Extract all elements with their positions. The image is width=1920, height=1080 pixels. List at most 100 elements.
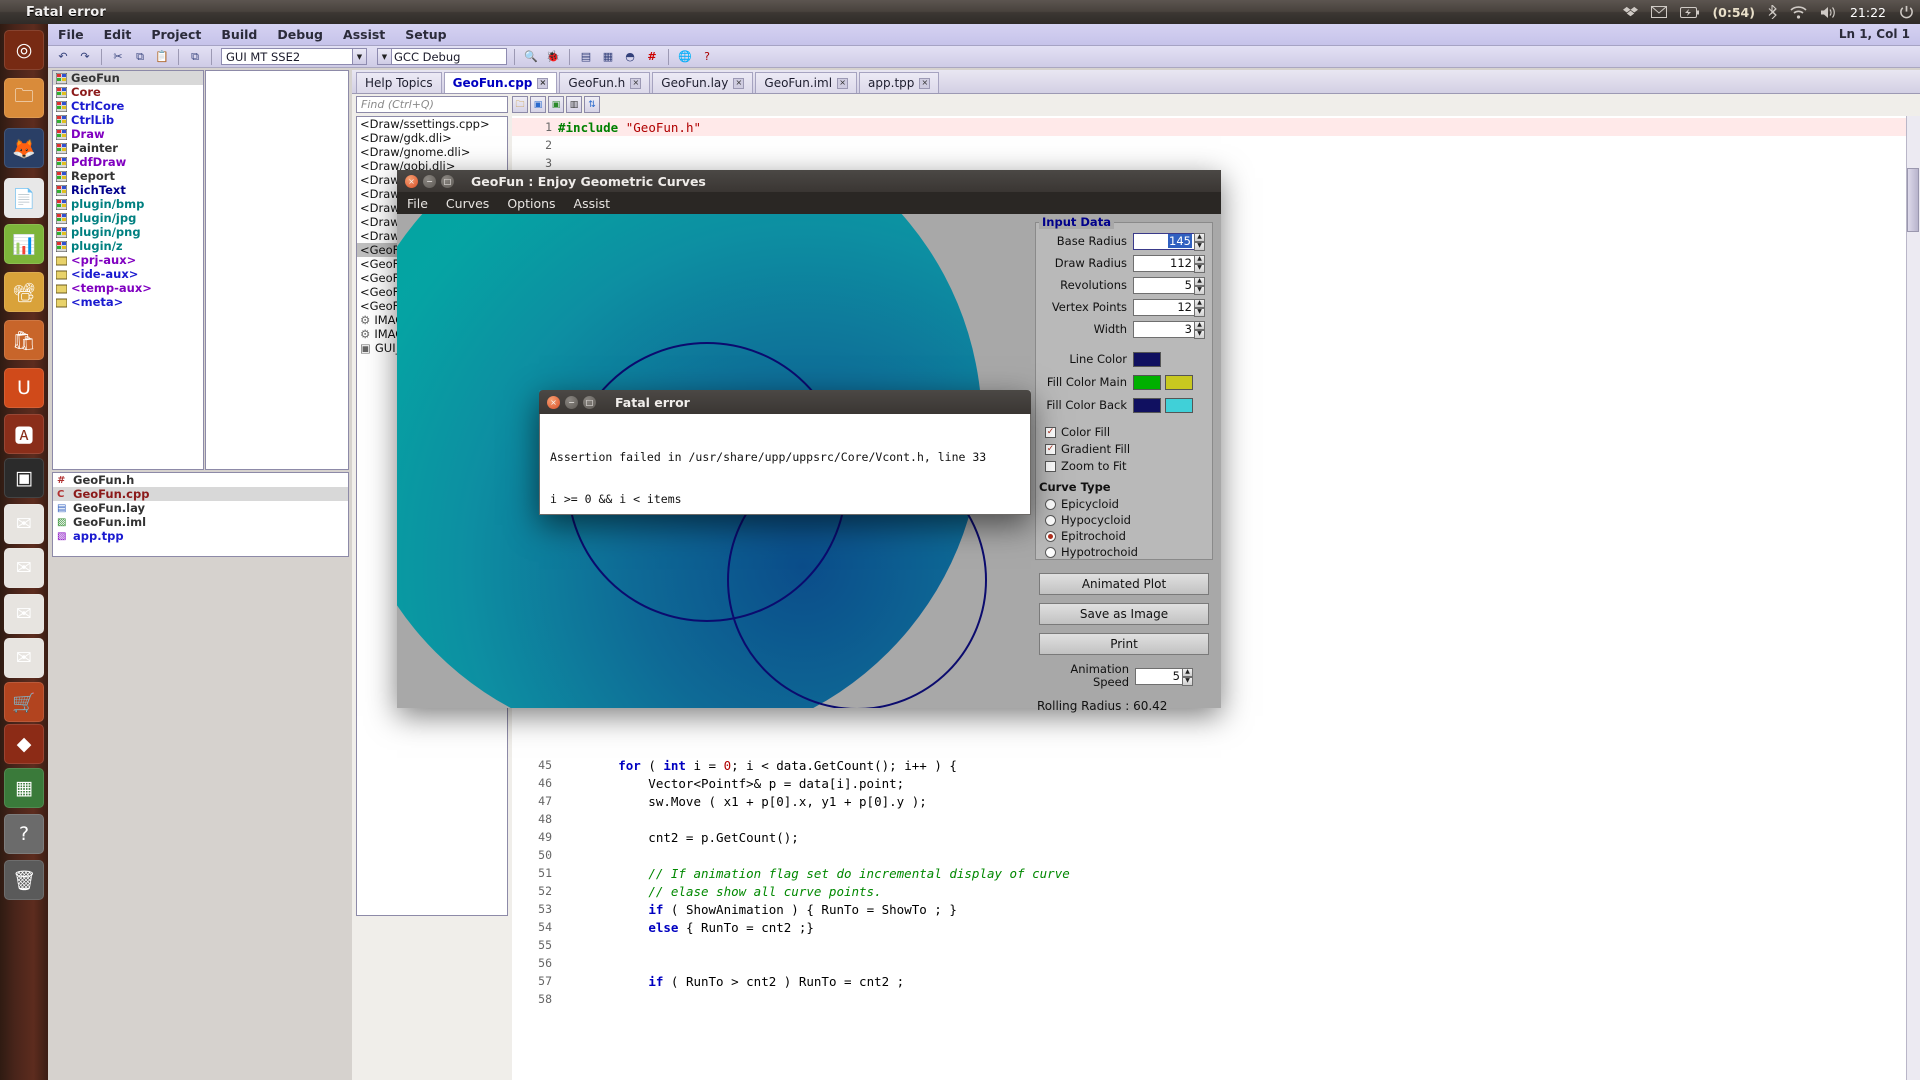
- radio-epitrochoid[interactable]: Epitrochoid: [1045, 529, 1126, 543]
- radio-epicycloid[interactable]: Epicycloid: [1045, 497, 1119, 511]
- package-item[interactable]: <temp-aux>: [53, 281, 203, 295]
- geofun-menu-options[interactable]: Options: [507, 196, 555, 211]
- ide-menu-setup[interactable]: Setup: [395, 27, 456, 42]
- minimize-icon[interactable]: −: [423, 175, 436, 188]
- spinner-buttons[interactable]: ▲▼: [1194, 255, 1205, 273]
- code-line[interactable]: 55: [512, 936, 1912, 954]
- code-line[interactable]: 47 sw.Move ( x1 + p[0].x, y1 + p[0].y );: [512, 792, 1912, 810]
- code-line[interactable]: 45 for ( int i = 0; i < data.GetCount();…: [512, 756, 1912, 774]
- radio-button[interactable]: [1045, 515, 1056, 526]
- close-icon[interactable]: ×: [733, 78, 744, 89]
- code-line[interactable]: 49 cnt2 = p.GetCount();: [512, 828, 1912, 846]
- fatal-title-bar[interactable]: × − □ Fatal error: [539, 390, 1031, 414]
- include-item[interactable]: <Draw/ssettings.cpp>: [357, 117, 507, 131]
- geofun-menu-assist[interactable]: Assist: [574, 196, 610, 211]
- ide-menu-project[interactable]: Project: [141, 27, 211, 42]
- code-line[interactable]: 53 if ( ShowAnimation ) { RunTo = ShowTo…: [512, 900, 1912, 918]
- code-line[interactable]: 52 // elase show all curve points.: [512, 882, 1912, 900]
- package-item[interactable]: Core: [53, 85, 203, 99]
- spinner-down-icon[interactable]: ▼: [1194, 242, 1205, 251]
- spinner-down-icon[interactable]: ▼: [1182, 677, 1193, 686]
- spinner-buttons[interactable]: ▲▼: [1182, 668, 1193, 686]
- launcher-files[interactable]: 🗀: [4, 78, 44, 118]
- button-print[interactable]: Print: [1039, 633, 1209, 655]
- help-icon[interactable]: ?: [698, 48, 716, 66]
- spinner-up-icon[interactable]: ▲: [1194, 277, 1205, 286]
- launcher-help[interactable]: ?: [4, 814, 44, 854]
- launcher-terminal[interactable]: ▣: [4, 458, 44, 498]
- spinner-vertex-points[interactable]: 12▲▼: [1133, 299, 1195, 316]
- file-item[interactable]: ▤GeoFun.lay: [53, 501, 348, 515]
- button-animated-plot[interactable]: Animated Plot: [1039, 573, 1209, 595]
- editor-tab-app-tpp[interactable]: app.tpp×: [859, 72, 939, 93]
- debug-icon[interactable]: 🐞: [544, 48, 562, 66]
- package-item[interactable]: plugin/jpg: [53, 211, 203, 225]
- file-item[interactable]: ▧app.tpp: [53, 529, 348, 543]
- compiler-combo[interactable]: ▼ GCC Debug: [377, 48, 507, 65]
- code-line[interactable]: 48: [512, 810, 1912, 828]
- button-save-as-image[interactable]: Save as Image: [1039, 603, 1209, 625]
- color-swatch[interactable]: [1133, 375, 1161, 390]
- ide-menu-edit[interactable]: Edit: [94, 27, 142, 42]
- file-item[interactable]: ▨GeoFun.iml: [53, 515, 348, 529]
- package-item[interactable]: Draw: [53, 127, 203, 141]
- code-line[interactable]: 46 Vector<Pointf>& p = data[i].point;: [512, 774, 1912, 792]
- spinner-buttons[interactable]: ▲▼: [1194, 277, 1205, 295]
- undo-icon[interactable]: ↶: [54, 48, 72, 66]
- ide-menu-file[interactable]: File: [48, 27, 94, 42]
- clock-label[interactable]: 21:22: [1850, 5, 1886, 20]
- checkbox-box[interactable]: [1045, 461, 1056, 472]
- package-item[interactable]: <prj-aux>: [53, 253, 203, 267]
- copy-icon[interactable]: ⧉: [131, 48, 149, 66]
- radio-button[interactable]: [1045, 499, 1056, 510]
- launcher-libreoffice-impress[interactable]: 📽: [4, 272, 44, 312]
- close-icon[interactable]: ×: [919, 78, 930, 89]
- volume-icon[interactable]: [1820, 6, 1837, 19]
- editor-tab-geofun-h[interactable]: GeoFun.h×: [559, 72, 650, 93]
- search-input[interactable]: Find (Ctrl+Q): [356, 96, 508, 113]
- color-swatch[interactable]: [1133, 398, 1161, 413]
- battery-icon[interactable]: [1680, 7, 1699, 18]
- execute-icon[interactable]: ▦: [599, 48, 617, 66]
- minimize-icon[interactable]: −: [565, 396, 578, 409]
- wifi-icon[interactable]: [1790, 6, 1807, 19]
- spinner-down-icon[interactable]: ▼: [1194, 286, 1205, 295]
- launcher-rubik-app[interactable]: ▦: [4, 768, 44, 808]
- editor-tab-geofun-iml[interactable]: GeoFun.iml×: [755, 72, 857, 93]
- launcher-ubuntu-dash[interactable]: ◎: [4, 30, 44, 70]
- stop-icon[interactable]: ◓: [621, 48, 639, 66]
- code-line[interactable]: 56: [512, 954, 1912, 972]
- launcher-archive-1[interactable]: ✉: [4, 548, 44, 588]
- geofun-menu-file[interactable]: File: [407, 196, 428, 211]
- spinner-up-icon[interactable]: ▲: [1194, 321, 1205, 330]
- spinner-down-icon[interactable]: ▼: [1194, 308, 1205, 317]
- close-icon[interactable]: ×: [547, 396, 560, 409]
- code-line[interactable]: 51 // If animation flag set do increment…: [512, 864, 1912, 882]
- include-item[interactable]: <Draw/gnome.dli>: [357, 145, 507, 159]
- launcher-firefox[interactable]: 🦊: [4, 128, 44, 168]
- ide-menu-build[interactable]: Build: [211, 27, 267, 42]
- chevron-down-icon[interactable]: ▼: [352, 49, 366, 64]
- spinner-up-icon[interactable]: ▲: [1194, 255, 1205, 264]
- mail-icon[interactable]: [1651, 6, 1667, 18]
- maximize-icon[interactable]: □: [583, 396, 596, 409]
- package-item[interactable]: CtrlCore: [53, 99, 203, 113]
- spinner-up-icon[interactable]: ▲: [1194, 233, 1205, 242]
- spinner-buttons[interactable]: ▲▼: [1194, 233, 1205, 251]
- open-folder-icon[interactable]: 🗀: [512, 96, 528, 113]
- ide-menu-assist[interactable]: Assist: [333, 27, 395, 42]
- world-icon[interactable]: 🌐: [676, 48, 694, 66]
- maximize-icon[interactable]: □: [441, 175, 454, 188]
- green-icon[interactable]: ▣: [548, 96, 564, 113]
- ide-menu-debug[interactable]: Debug: [267, 27, 333, 42]
- code-line[interactable]: 58: [512, 990, 1912, 1008]
- editor-tab-geofun-cpp[interactable]: GeoFun.cpp×: [444, 72, 558, 93]
- code-line[interactable]: 1#include "GeoFun.h": [512, 118, 1912, 136]
- package-tree[interactable]: GeoFunCoreCtrlCoreCtrlLibDrawPainterPdfD…: [52, 70, 204, 470]
- highlight-icon[interactable]: ▣: [530, 96, 546, 113]
- geofun-title-bar[interactable]: × − □ GeoFun : Enjoy Geometric Curves: [397, 170, 1221, 192]
- redo-icon[interactable]: ↷: [76, 48, 94, 66]
- build-icon[interactable]: ▤: [577, 48, 595, 66]
- chevron-down-icon[interactable]: ▼: [378, 49, 392, 64]
- launcher-mail-client[interactable]: ✉: [4, 504, 44, 544]
